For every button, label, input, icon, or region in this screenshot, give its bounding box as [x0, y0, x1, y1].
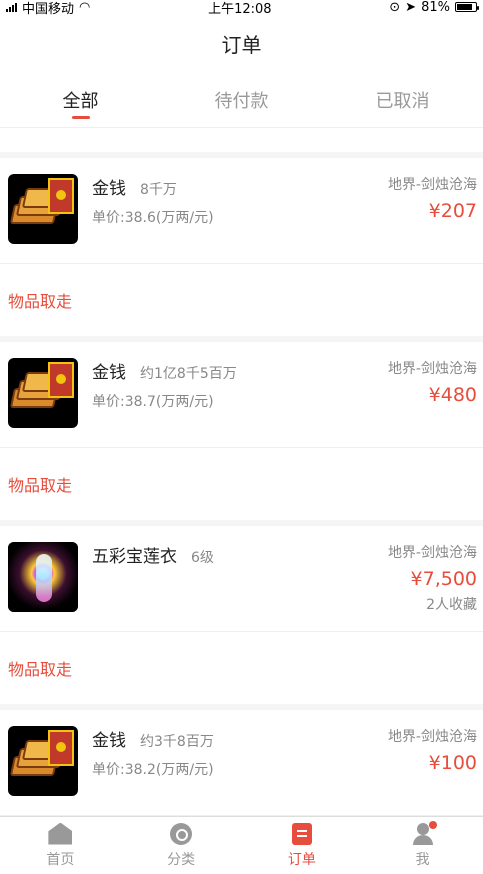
- gold-ingot-icon: [8, 726, 78, 796]
- tab-label: 已取消: [375, 90, 430, 112]
- page-header: 订单: [0, 14, 483, 72]
- profile-icon: [411, 820, 437, 845]
- order-card[interactable]: 金钱 8千万 单价:38.6(万两/元) 地界-剑烛沧海 ¥207 物品取走: [0, 158, 483, 336]
- pickup-item-button[interactable]: 物品取走: [8, 656, 72, 680]
- item-quantity: 约1亿8千5百万: [140, 366, 237, 382]
- tabbar-profile[interactable]: 我: [362, 817, 483, 874]
- list-top-spacer: [0, 128, 483, 152]
- order-card-main[interactable]: 金钱 约1亿8千5百万 单价:38.7(万两/元) 地界-剑烛沧海 ¥480: [0, 342, 483, 448]
- server-name: 地界-剑烛沧海: [387, 545, 477, 561]
- tab-all[interactable]: 全部: [0, 72, 161, 127]
- item-level: 6级: [191, 550, 214, 566]
- carrier-label: 中国移动: [22, 1, 75, 17]
- tab-label: 待付款: [214, 90, 269, 112]
- item-name: 金钱: [92, 179, 126, 199]
- tab-pending-payment[interactable]: 待付款: [161, 72, 322, 127]
- bottom-tab-bar: 首页 分类 订单 我: [0, 816, 483, 874]
- tab-cancelled[interactable]: 已取消: [322, 72, 483, 127]
- tabbar-orders[interactable]: 订单: [242, 817, 363, 874]
- page-title: 订单: [221, 32, 262, 57]
- server-name: 地界-剑烛沧海: [387, 729, 477, 745]
- unit-price: 单价:38.6(万两/元): [92, 210, 214, 226]
- order-tabs: 全部 待付款 已取消: [0, 72, 483, 128]
- order-card-footer: 物品取走: [0, 448, 483, 520]
- home-icon: [48, 822, 73, 845]
- tab-label: 全部: [62, 90, 99, 112]
- robe-icon: [8, 542, 78, 612]
- order-price: ¥480: [428, 384, 477, 406]
- rotation-lock-icon: ⊙: [389, 0, 401, 15]
- order-card[interactable]: 五彩宝莲衣 6级 地界-剑烛沧海 ¥7,500 2人收藏 物品取走: [0, 526, 483, 704]
- status-time: 上午12:08: [208, 1, 272, 17]
- unit-price: 单价:38.2(万两/元): [92, 762, 214, 778]
- order-card-footer: 物品取走: [0, 632, 483, 704]
- item-name: 金钱: [92, 731, 126, 751]
- order-card-main[interactable]: 金钱 8千万 单价:38.6(万两/元) 地界-剑烛沧海 ¥207: [0, 158, 483, 264]
- order-price: ¥7,500: [410, 568, 477, 590]
- order-card-main[interactable]: 五彩宝莲衣 6级 地界-剑烛沧海 ¥7,500 2人收藏: [0, 526, 483, 632]
- order-card-footer: 物品取走: [0, 264, 483, 336]
- tabbar-label: 首页: [46, 851, 75, 868]
- order-card[interactable]: 金钱 约3千8百万 单价:38.2(万两/元) 地界-剑烛沧海 ¥100: [0, 710, 483, 816]
- tabbar-home[interactable]: 首页: [0, 817, 121, 874]
- notification-dot: [428, 820, 437, 829]
- order-price: ¥207: [428, 200, 477, 222]
- signal-icon: [6, 2, 17, 12]
- tabbar-category[interactable]: 分类: [121, 817, 242, 874]
- order-card[interactable]: 金钱 约1亿8千5百万 单价:38.7(万两/元) 地界-剑烛沧海 ¥480 物…: [0, 342, 483, 520]
- item-name: 金钱: [92, 363, 126, 383]
- unit-price: 单价:38.7(万两/元): [92, 394, 214, 410]
- battery-percent: 81%: [421, 0, 450, 15]
- order-card-main[interactable]: 金钱 约3千8百万 单价:38.2(万两/元) 地界-剑烛沧海 ¥100: [0, 710, 483, 816]
- tabbar-label: 我: [415, 851, 430, 868]
- server-name: 地界-剑烛沧海: [387, 177, 477, 193]
- active-tab-indicator: [71, 116, 90, 119]
- item-quantity: 8千万: [140, 182, 177, 198]
- pickup-item-button[interactable]: 物品取走: [8, 288, 72, 312]
- item-name: 五彩宝莲衣: [92, 547, 177, 567]
- category-icon: [170, 822, 193, 845]
- item-quantity: 约3千8百万: [140, 734, 214, 750]
- wifi-icon: ◠: [79, 0, 91, 15]
- battery-icon: [454, 2, 479, 12]
- favorites-count: 2人收藏: [426, 597, 477, 613]
- order-list[interactable]: 金钱 8千万 单价:38.6(万两/元) 地界-剑烛沧海 ¥207 物品取走 金…: [0, 128, 483, 816]
- orders-icon: [291, 822, 312, 845]
- location-icon: ➤: [405, 0, 417, 15]
- server-name: 地界-剑烛沧海: [387, 361, 477, 377]
- tabbar-label: 订单: [287, 851, 316, 868]
- status-bar: 中国移动 ◠ 上午12:08 ⊙ ➤ 81%: [0, 0, 483, 17]
- pickup-item-button[interactable]: 物品取走: [8, 472, 72, 496]
- order-price: ¥100: [428, 752, 477, 774]
- gold-ingot-icon: [8, 358, 78, 428]
- gold-ingot-icon: [8, 174, 78, 244]
- tabbar-label: 分类: [167, 851, 196, 868]
